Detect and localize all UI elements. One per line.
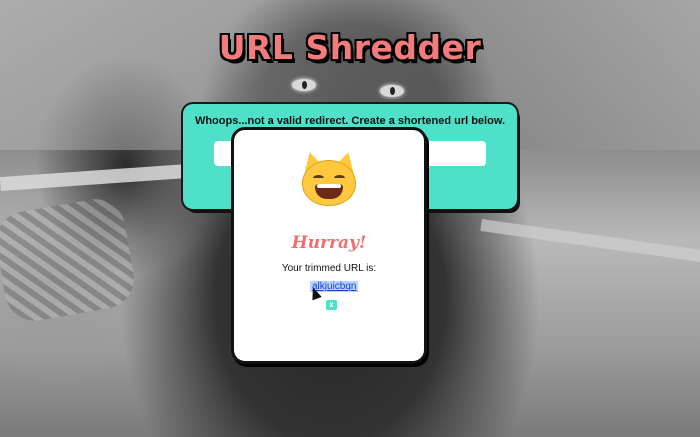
error-message: Whoops...not a valid redirect. Create a …	[194, 115, 506, 127]
success-modal: Hurray! Your trimmed URL is: alkjuicbqn …	[231, 127, 427, 364]
cat-eye-left	[292, 79, 316, 91]
app-title: URL Shredder	[218, 28, 482, 67]
trimmed-url-label: Your trimmed URL is:	[281, 263, 377, 274]
modal-heading: Hurray!	[291, 233, 367, 253]
grinning-cat-icon	[234, 149, 424, 206]
cat-eye-right	[380, 85, 404, 97]
close-button[interactable]: x	[326, 300, 337, 310]
